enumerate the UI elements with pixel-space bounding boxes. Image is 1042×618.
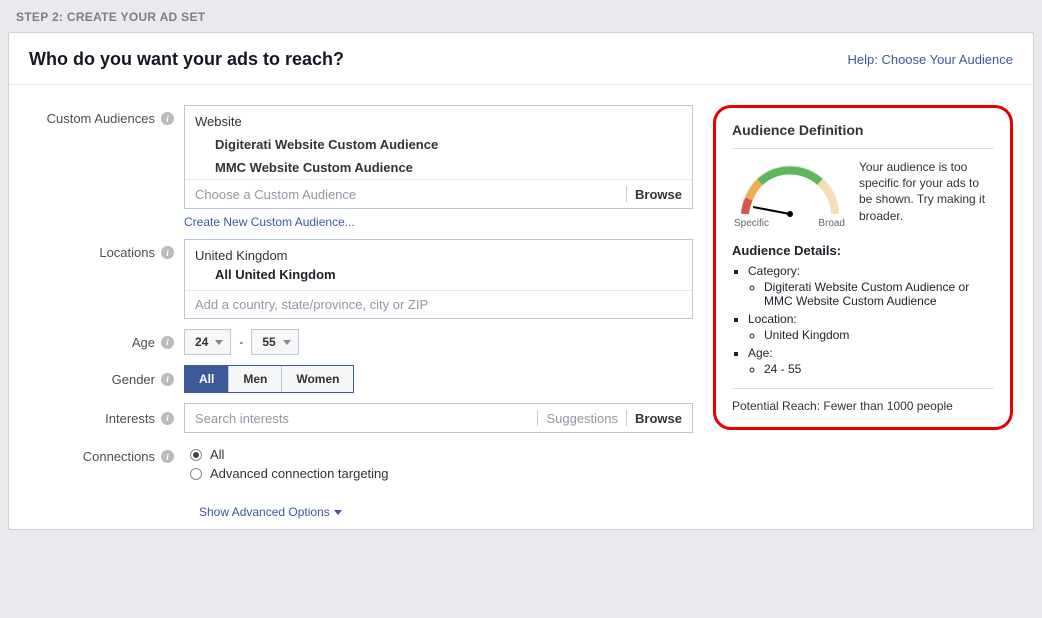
gender-men[interactable]: Men — [229, 366, 282, 392]
row-connections: Connections i All Advanced connection ta… — [19, 443, 693, 485]
connections-option-advanced[interactable]: Advanced connection targeting — [190, 466, 693, 481]
detail-label: Category: — [748, 264, 800, 278]
radio-label: All — [210, 447, 224, 462]
row-age: Age i 24 - 55 — [19, 329, 693, 355]
age-control: 24 - 55 — [184, 329, 693, 355]
info-icon[interactable]: i — [161, 373, 174, 386]
interests-input[interactable] — [195, 411, 529, 426]
audience-column: Audience Definition — [713, 105, 1013, 519]
audience-message: Your audience is too specific for your a… — [859, 159, 994, 229]
help-link[interactable]: Help: Choose Your Audience — [847, 52, 1013, 67]
location-country: United Kingdom — [185, 240, 692, 265]
detail-category: Category: Digiterati Website Custom Audi… — [748, 264, 994, 308]
form-column: Custom Audiences i Website Digiterati We… — [19, 105, 693, 519]
ad-set-panel: Who do you want your ads to reach? Help:… — [8, 32, 1034, 530]
detail-value: 24 - 55 — [764, 362, 994, 376]
panel-title: Who do you want your ads to reach? — [29, 49, 344, 70]
divider — [732, 148, 994, 149]
age-max-select[interactable]: 55 — [251, 329, 298, 355]
label-text: Gender — [112, 372, 155, 387]
detail-location: Location: United Kingdom — [748, 312, 994, 342]
locations-control: United Kingdom All United Kingdom — [184, 239, 693, 319]
label-interests: Interests i — [19, 411, 184, 426]
label-text: Interests — [105, 411, 155, 426]
age-dash: - — [239, 335, 243, 349]
label-gender: Gender i — [19, 372, 184, 387]
audience-title: Audience Definition — [732, 122, 994, 138]
browse-button[interactable]: Browse — [635, 187, 682, 202]
reach-label: Potential Reach: — [732, 399, 820, 413]
info-icon[interactable]: i — [161, 112, 174, 125]
divider — [626, 410, 627, 426]
detail-label: Location: — [748, 312, 797, 326]
audience-meter: Specific Broad — [732, 159, 847, 229]
connections-control: All Advanced connection targeting — [184, 443, 693, 485]
info-icon[interactable]: i — [161, 450, 174, 463]
interests-box: Suggestions Browse — [184, 403, 693, 433]
divider — [537, 410, 538, 426]
connections-option-all[interactable]: All — [190, 447, 693, 462]
detail-value: Digiterati Website Custom Audience or MM… — [764, 280, 994, 308]
location-input-line — [185, 290, 692, 318]
ca-item[interactable]: Digiterati Website Custom Audience — [185, 133, 692, 156]
label-text: Connections — [83, 449, 155, 464]
audience-definition-box: Audience Definition — [713, 105, 1013, 430]
show-advanced-options-link[interactable]: Show Advanced Options — [199, 505, 693, 519]
gender-control: All Men Women — [184, 365, 693, 393]
gender-all[interactable]: All — [185, 366, 229, 392]
ca-item[interactable]: MMC Website Custom Audience — [185, 156, 692, 179]
radio-icon — [190, 449, 202, 461]
label-text: Locations — [99, 245, 155, 260]
caret-down-icon — [334, 510, 342, 515]
detail-age: Age: 24 - 55 — [748, 346, 994, 376]
label-connections: Connections i — [19, 443, 184, 464]
locations-box: United Kingdom All United Kingdom — [184, 239, 693, 319]
create-custom-audience-link[interactable]: Create New Custom Audience... — [184, 215, 693, 229]
gender-segmented: All Men Women — [184, 365, 354, 393]
gender-women[interactable]: Women — [282, 366, 353, 392]
radio-label: Advanced connection targeting — [210, 466, 389, 481]
panel-body: Custom Audiences i Website Digiterati We… — [9, 85, 1033, 529]
step-header: STEP 2: CREATE YOUR AD SET — [0, 0, 1042, 32]
label-text: Custom Audiences — [47, 111, 155, 126]
location-sub[interactable]: All United Kingdom — [185, 265, 692, 290]
row-locations: Locations i United Kingdom All United Ki… — [19, 239, 693, 319]
info-icon[interactable]: i — [161, 246, 174, 259]
ca-input-line: Browse — [185, 179, 692, 208]
audience-details-title: Audience Details: — [732, 243, 994, 258]
divider — [626, 186, 627, 202]
potential-reach: Potential Reach: Fewer than 1000 people — [732, 388, 994, 413]
panel-header: Who do you want your ads to reach? Help:… — [9, 33, 1033, 85]
browse-button[interactable]: Browse — [635, 411, 682, 426]
label-custom-audiences: Custom Audiences i — [19, 105, 184, 126]
meter-row: Specific Broad Your audience is too spec… — [732, 159, 994, 229]
audience-details-list: Category: Digiterati Website Custom Audi… — [748, 264, 994, 376]
location-input[interactable] — [195, 297, 682, 312]
adv-link-text: Show Advanced Options — [199, 505, 330, 519]
info-icon[interactable]: i — [161, 412, 174, 425]
row-custom-audiences: Custom Audiences i Website Digiterati We… — [19, 105, 693, 229]
interests-control: Suggestions Browse — [184, 403, 693, 433]
radio-icon — [190, 468, 202, 480]
gauge-icon — [735, 159, 845, 219]
row-gender: Gender i All Men Women — [19, 365, 693, 393]
custom-audiences-box: Website Digiterati Website Custom Audien… — [184, 105, 693, 209]
label-text: Age — [132, 335, 155, 350]
custom-audiences-control: Website Digiterati Website Custom Audien… — [184, 105, 693, 229]
detail-value: United Kingdom — [764, 328, 994, 342]
custom-audience-input[interactable] — [195, 187, 618, 202]
suggestions-button[interactable]: Suggestions — [546, 411, 618, 426]
info-icon[interactable]: i — [161, 336, 174, 349]
age-min-select[interactable]: 24 — [184, 329, 231, 355]
ca-group-header: Website — [185, 106, 692, 133]
label-age: Age i — [19, 335, 184, 350]
label-locations: Locations i — [19, 239, 184, 260]
meter-label-specific: Specific — [734, 218, 769, 229]
row-interests: Interests i Suggestions Browse — [19, 403, 693, 433]
meter-label-broad: Broad — [818, 218, 845, 229]
reach-value: Fewer than 1000 people — [823, 399, 952, 413]
detail-label: Age: — [748, 346, 773, 360]
meter-labels: Specific Broad — [732, 218, 847, 229]
